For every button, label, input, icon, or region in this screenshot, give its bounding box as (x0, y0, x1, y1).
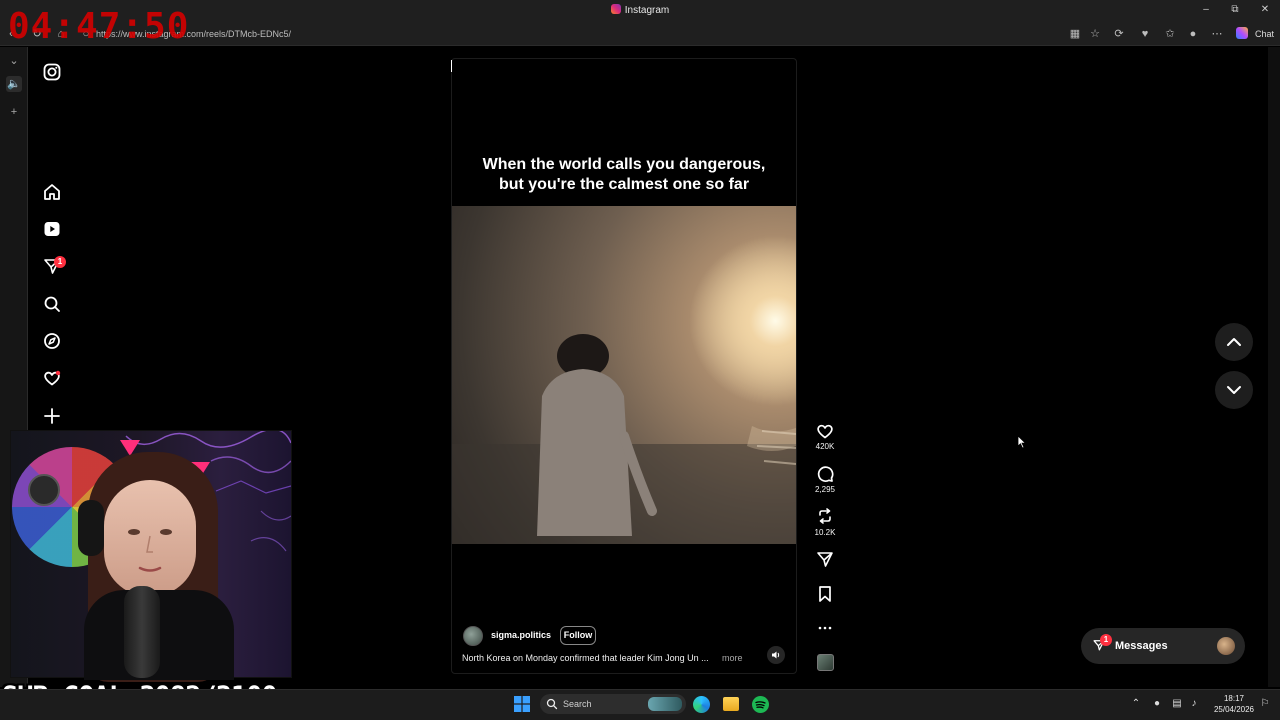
instagram-logo-icon[interactable] (42, 62, 62, 82)
favorite-star-icon[interactable]: ☆ (1088, 27, 1102, 41)
search-icon (546, 698, 558, 710)
message-avatar (1217, 637, 1235, 655)
page-scrollbar[interactable] (1268, 47, 1280, 687)
overlay-line-2: but you're the calmest one so far (498, 176, 750, 193)
more-options-icon[interactable] (815, 618, 835, 638)
more-link[interactable]: more (722, 653, 743, 663)
audio-thumbnail[interactable] (817, 654, 834, 671)
search-highlight-image[interactable] (648, 697, 682, 711)
copilot-icon[interactable] (1236, 27, 1248, 39)
post-caption: North Korea on Monday confirmed that lea… (462, 653, 709, 663)
microphone-tray-icon[interactable]: ● (1150, 697, 1164, 711)
taskbar-search-label[interactable]: Search (563, 699, 592, 709)
home-nav-icon[interactable] (42, 182, 62, 202)
create-plus-icon[interactable] (42, 406, 62, 426)
favorites-icon[interactable]: ✩ (1163, 27, 1177, 41)
like-count: 420K (815, 442, 835, 451)
notifications-heart-icon[interactable] (42, 368, 62, 388)
author-username[interactable]: sigma.politics (491, 630, 551, 640)
file-explorer-icon[interactable] (723, 697, 739, 711)
spotify-icon[interactable] (752, 696, 769, 713)
follow-button[interactable]: Follow (560, 626, 596, 645)
previous-reel-button[interactable] (1215, 323, 1253, 361)
windows-start-icon[interactable] (514, 696, 530, 712)
like-heart-icon[interactable] (815, 421, 835, 441)
app-available-icon[interactable]: ▦ (1068, 27, 1082, 41)
edge-browser-icon[interactable] (693, 696, 710, 713)
search-nav-icon[interactable] (42, 294, 62, 314)
browser-essentials-icon[interactable]: ♥ (1138, 27, 1152, 41)
clock-time[interactable]: 18:17 (1204, 694, 1264, 703)
spin-wheel-center (28, 474, 60, 506)
instagram-favicon-icon (610, 4, 621, 14)
chat-label[interactable]: Chat (1255, 29, 1274, 39)
share-icon[interactable] (815, 549, 835, 569)
save-bookmark-icon[interactable] (815, 584, 835, 604)
reel-video[interactable] (452, 206, 796, 544)
author-avatar[interactable] (463, 626, 483, 646)
comment-count: 2,295 (814, 485, 836, 494)
volume-icon[interactable] (767, 646, 785, 664)
text-cursor (451, 60, 452, 72)
reel-overlay-text: When the world calls you dangerous, but … (455, 155, 793, 195)
mouse-cursor-icon (1017, 435, 1027, 449)
close-icon[interactable]: ✕ (1257, 3, 1273, 17)
restore-icon[interactable]: ⧉ (1227, 3, 1243, 17)
next-reel-button[interactable] (1215, 371, 1253, 409)
overlay-line-1: When the world calls you dangerous, (482, 156, 766, 173)
reels-nav-icon[interactable] (42, 219, 62, 239)
add-tab-icon[interactable]: + (6, 104, 22, 120)
comment-icon[interactable] (815, 464, 835, 484)
microphone (124, 586, 160, 678)
explore-nav-icon[interactable] (42, 331, 62, 351)
minimize-icon[interactable]: – (1198, 3, 1214, 17)
face-features (128, 529, 172, 572)
network-icon[interactable]: ▤ (1170, 697, 1184, 711)
window-title: Instagram (0, 4, 1280, 16)
repost-count: 10.2K (814, 528, 836, 537)
stream-timer: 04:47:50 (8, 6, 190, 47)
profile-icon[interactable]: ● (1186, 27, 1200, 41)
window-title-text: Instagram (624, 5, 670, 16)
messages-badge: 1 (1100, 634, 1112, 646)
streamer-face (104, 480, 196, 596)
chevron-down-icon[interactable]: ⌄ (6, 53, 22, 69)
notifications-badge: 1 (54, 256, 66, 268)
chevron-down-icon (1227, 386, 1241, 394)
notifications-bell-icon[interactable]: ⚐ (1258, 697, 1272, 711)
extensions-icon[interactable]: ⟳ (1112, 27, 1126, 41)
tray-overflow-icon[interactable]: ⌃ (1129, 697, 1143, 711)
chevron-up-icon (1227, 338, 1241, 346)
clock-date[interactable]: 25/04/2026 (1204, 705, 1264, 714)
repost-icon[interactable] (815, 506, 835, 526)
more-menu-icon[interactable]: ⋯ (1210, 27, 1224, 41)
headphones (78, 500, 104, 556)
video-scene (452, 206, 796, 544)
messages-label[interactable]: Messages (1115, 640, 1168, 652)
volume-tray-icon[interactable]: ♪ (1187, 697, 1201, 711)
speaker-icon[interactable]: 🔈 (6, 76, 22, 92)
